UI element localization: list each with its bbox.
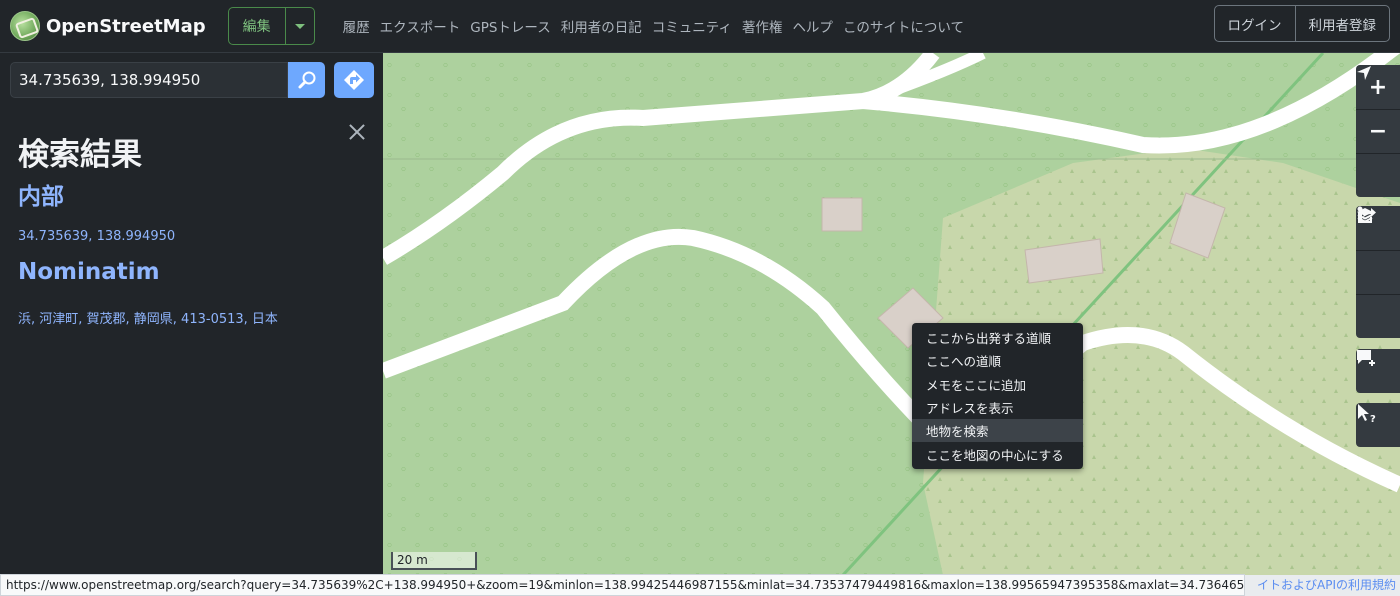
nav-copyright[interactable]: 著作権: [742, 16, 783, 36]
query-cursor-icon: ?: [1358, 404, 1376, 423]
nav-about[interactable]: このサイトについて: [843, 16, 964, 36]
nav-history[interactable]: 履歴: [343, 16, 370, 36]
auth-buttons: ログイン 利用者登録: [1213, 5, 1390, 42]
nav-help[interactable]: ヘルプ: [792, 16, 833, 36]
link-preview-url: https://www.openstreetmap.org/search?que…: [0, 574, 1245, 596]
signup-button[interactable]: 利用者登録: [1296, 6, 1390, 41]
caret-down-icon: [294, 23, 305, 29]
search-button[interactable]: [288, 62, 325, 98]
map-context-menu: ここから出発する道順 ここへの道順 メモをここに追加 アドレスを表示 地物を検索…: [912, 323, 1083, 469]
menu-center-map[interactable]: ここを地図の中心にする: [912, 442, 1083, 465]
zoom-controls: + −: [1356, 65, 1400, 197]
locate-button[interactable]: [1356, 66, 1400, 197]
query-controls: ?: [1356, 403, 1400, 447]
add-note-button[interactable]: [1356, 349, 1400, 393]
edit-button-group: 編集: [227, 7, 315, 45]
map-canvas[interactable]: ဝ ဝ + −: [383, 53, 1400, 575]
sidebar: 検索結果 内部 34.735639, 138.994950 Nominatim …: [0, 53, 383, 575]
search-form: [10, 62, 374, 98]
provider-nominatim-title: Nominatim: [18, 259, 160, 285]
search-result-link[interactable]: 34.735639, 138.994950: [18, 229, 175, 244]
menu-show-address[interactable]: アドレスを表示: [912, 396, 1083, 419]
svg-text:?: ?: [1370, 414, 1376, 423]
search-input[interactable]: [10, 62, 288, 98]
provider-internal-title: 内部: [18, 184, 64, 210]
edit-button[interactable]: 編集: [229, 8, 286, 44]
search-icon: [298, 71, 315, 89]
nav-export[interactable]: エクスポート: [380, 16, 461, 36]
site-title: OpenStreetMap: [46, 15, 206, 37]
nav-gps-traces[interactable]: GPSトレース: [470, 16, 551, 36]
share-icon: [1358, 208, 1376, 223]
osm-logo-icon: [10, 11, 40, 41]
query-features-button[interactable]: ?: [1356, 403, 1400, 447]
login-button[interactable]: ログイン: [1215, 6, 1296, 41]
directions-button[interactable]: [334, 62, 374, 98]
close-sidebar-button[interactable]: [345, 121, 369, 145]
results-title: 検索結果: [18, 137, 142, 173]
directions-icon: [344, 70, 364, 90]
edit-dropdown-toggle[interactable]: [286, 8, 314, 44]
attribution-link[interactable]: イトおよびAPIの利用規約: [1255, 576, 1396, 593]
nav-community[interactable]: コミュニティ: [652, 16, 732, 36]
menu-query-features[interactable]: 地物を検索: [912, 419, 1083, 443]
add-note-icon: [1357, 350, 1375, 366]
map-tools-controls: [1356, 206, 1400, 338]
search-result-link[interactable]: 浜, 河津町, 賀茂郡, 静岡県, 413-0513, 日本: [18, 308, 278, 327]
main-nav: 履歴 エクスポート GPSトレース 利用者の日記 コミュニティ 著作権 ヘルプ …: [343, 16, 974, 36]
nav-user-diaries[interactable]: 利用者の日記: [561, 16, 642, 36]
menu-directions-to[interactable]: ここへの道順: [912, 349, 1083, 372]
map-key-button[interactable]: [1356, 206, 1400, 294]
zoom-out-button[interactable]: −: [1356, 109, 1400, 153]
map-tiles: ဝ ဝ: [383, 53, 1400, 575]
share-button[interactable]: [1356, 208, 1400, 338]
menu-add-note[interactable]: メモをここに追加: [912, 373, 1083, 396]
scale-bar: 20 m: [391, 552, 477, 570]
note-controls: [1356, 349, 1400, 393]
menu-directions-from[interactable]: ここから出発する道順: [912, 326, 1083, 349]
site-logo[interactable]: OpenStreetMap: [10, 11, 206, 41]
locate-arrow-icon: [1357, 66, 1371, 80]
top-navbar: OpenStreetMap 編集 履歴 エクスポート GPSトレース 利用者の日…: [0, 0, 1400, 53]
building: [821, 197, 863, 232]
